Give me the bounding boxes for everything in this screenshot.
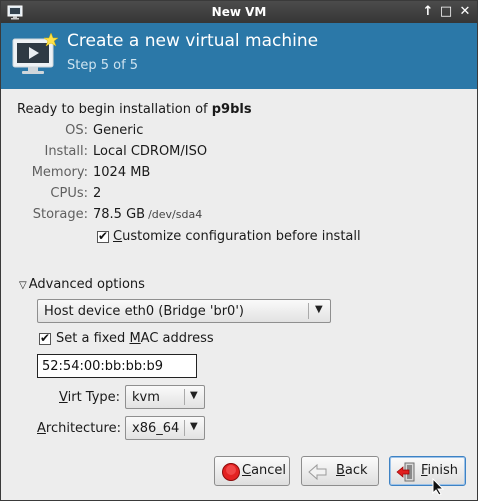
memory-label: Memory: bbox=[31, 165, 88, 180]
customize-label-post: ustomize configuration before install bbox=[122, 229, 361, 244]
finish-label-rest: inish bbox=[427, 463, 459, 478]
cancel-label: Cancel bbox=[242, 463, 286, 478]
cancel-mnemonic: C bbox=[242, 463, 252, 478]
window-title: New VM bbox=[211, 5, 267, 19]
architecture-mnemonic: A bbox=[37, 421, 46, 436]
info-row-memory: Memory: 1024 MB bbox=[1, 165, 477, 183]
info-row-storage: Storage: 78.5 GB/dev/sda4 bbox=[1, 207, 477, 225]
dropdown-arrow-icon: ▼ bbox=[190, 390, 198, 401]
vm-name: p9bls bbox=[211, 102, 252, 117]
cpus-value: 2 bbox=[93, 186, 102, 201]
new-vm-monitor-icon bbox=[12, 33, 59, 74]
install-label: Install: bbox=[44, 144, 88, 159]
checkmark-icon: ✔ bbox=[98, 229, 109, 243]
title-bar[interactable]: New VM ↑ □ ✕ bbox=[1, 1, 477, 23]
fixed-mac-mnemonic: M bbox=[129, 331, 141, 346]
back-arrow-icon bbox=[308, 463, 327, 481]
fixed-mac-label-post: AC address bbox=[140, 331, 214, 346]
architecture-label-post: rchitecture: bbox=[45, 421, 121, 436]
back-button[interactable]: Back bbox=[301, 456, 379, 486]
wizard-heading: Create a new virtual machine bbox=[67, 31, 319, 51]
checkmark-icon: ✔ bbox=[40, 331, 51, 345]
storage-label: Storage: bbox=[32, 207, 88, 222]
architecture-label: Architecture: bbox=[37, 421, 121, 436]
cancel-button[interactable]: Cancel bbox=[214, 456, 290, 486]
ready-prefix: Ready to begin installation of bbox=[17, 102, 212, 117]
fixed-mac-label-pre: Set a fixed bbox=[56, 331, 130, 346]
architecture-select[interactable]: x86_64 ▼ bbox=[125, 416, 205, 440]
virt-type-mnemonic: V bbox=[59, 390, 68, 405]
virt-type-select[interactable]: kvm ▼ bbox=[125, 385, 205, 409]
mac-address-input[interactable] bbox=[37, 354, 197, 378]
maximize-icon[interactable]: □ bbox=[437, 3, 455, 21]
storage-path: /dev/sda4 bbox=[148, 208, 203, 221]
advanced-options-label: Advanced options bbox=[28, 277, 145, 292]
info-row-cpus: CPUs: 2 bbox=[1, 186, 477, 204]
back-label: Back bbox=[336, 463, 368, 478]
virt-type-label-post: irt Type: bbox=[67, 390, 121, 405]
expander-triangle-icon: ▽ bbox=[19, 280, 27, 291]
finish-label: Finish bbox=[421, 463, 458, 478]
combo-separator bbox=[184, 389, 185, 405]
back-mnemonic: B bbox=[336, 463, 345, 478]
ready-summary: Ready to begin installation of p9bls bbox=[17, 102, 252, 117]
finish-exit-icon bbox=[396, 462, 415, 482]
memory-value: 1024 MB bbox=[93, 165, 151, 180]
virt-type-label: Virt Type: bbox=[59, 390, 120, 405]
wizard-header: Create a new virtual machine Step 5 of 5 bbox=[1, 23, 477, 89]
back-label-rest: ack bbox=[344, 463, 368, 478]
cancel-stop-icon bbox=[222, 463, 240, 481]
os-label: OS: bbox=[65, 123, 88, 138]
customize-checkbox[interactable]: ✔ bbox=[97, 229, 109, 243]
network-source-value: Host device eth0 (Bridge 'br0') bbox=[44, 304, 244, 319]
info-row-os: OS: Generic bbox=[1, 123, 477, 141]
wizard-step: Step 5 of 5 bbox=[67, 58, 139, 73]
advanced-options-expander[interactable]: ▽ Advanced options bbox=[19, 277, 145, 292]
combo-separator bbox=[184, 420, 185, 436]
architecture-value: x86_64 bbox=[132, 421, 180, 436]
mouse-cursor-icon bbox=[432, 478, 444, 496]
customize-label[interactable]: Customize configuration before install bbox=[113, 229, 361, 244]
dropdown-arrow-icon: ▼ bbox=[190, 421, 198, 432]
combo-separator bbox=[308, 303, 309, 319]
fixed-mac-checkbox[interactable]: ✔ bbox=[39, 331, 51, 345]
close-icon[interactable]: ✕ bbox=[456, 3, 474, 21]
dropdown-arrow-icon: ▼ bbox=[315, 304, 323, 315]
cpus-label: CPUs: bbox=[50, 186, 88, 201]
network-source-select[interactable]: Host device eth0 (Bridge 'br0') ▼ bbox=[37, 299, 331, 323]
storage-value: 78.5 GB/dev/sda4 bbox=[93, 207, 202, 222]
customize-mnemonic: C bbox=[113, 229, 123, 244]
cancel-label-rest: ancel bbox=[251, 463, 287, 478]
os-value: Generic bbox=[93, 123, 144, 138]
finish-button[interactable]: Finish bbox=[389, 456, 466, 486]
new-vm-window: New VM ↑ □ ✕ Create a new virtual machin… bbox=[0, 0, 478, 501]
install-value: Local CDROM/ISO bbox=[93, 144, 208, 159]
keep-above-icon[interactable]: ↑ bbox=[419, 3, 437, 21]
storage-size: 78.5 GB bbox=[93, 207, 146, 222]
fixed-mac-label[interactable]: Set a fixed MAC address bbox=[56, 331, 214, 346]
info-row-install: Install: Local CDROM/ISO bbox=[1, 144, 477, 162]
virt-type-value: kvm bbox=[132, 390, 160, 405]
